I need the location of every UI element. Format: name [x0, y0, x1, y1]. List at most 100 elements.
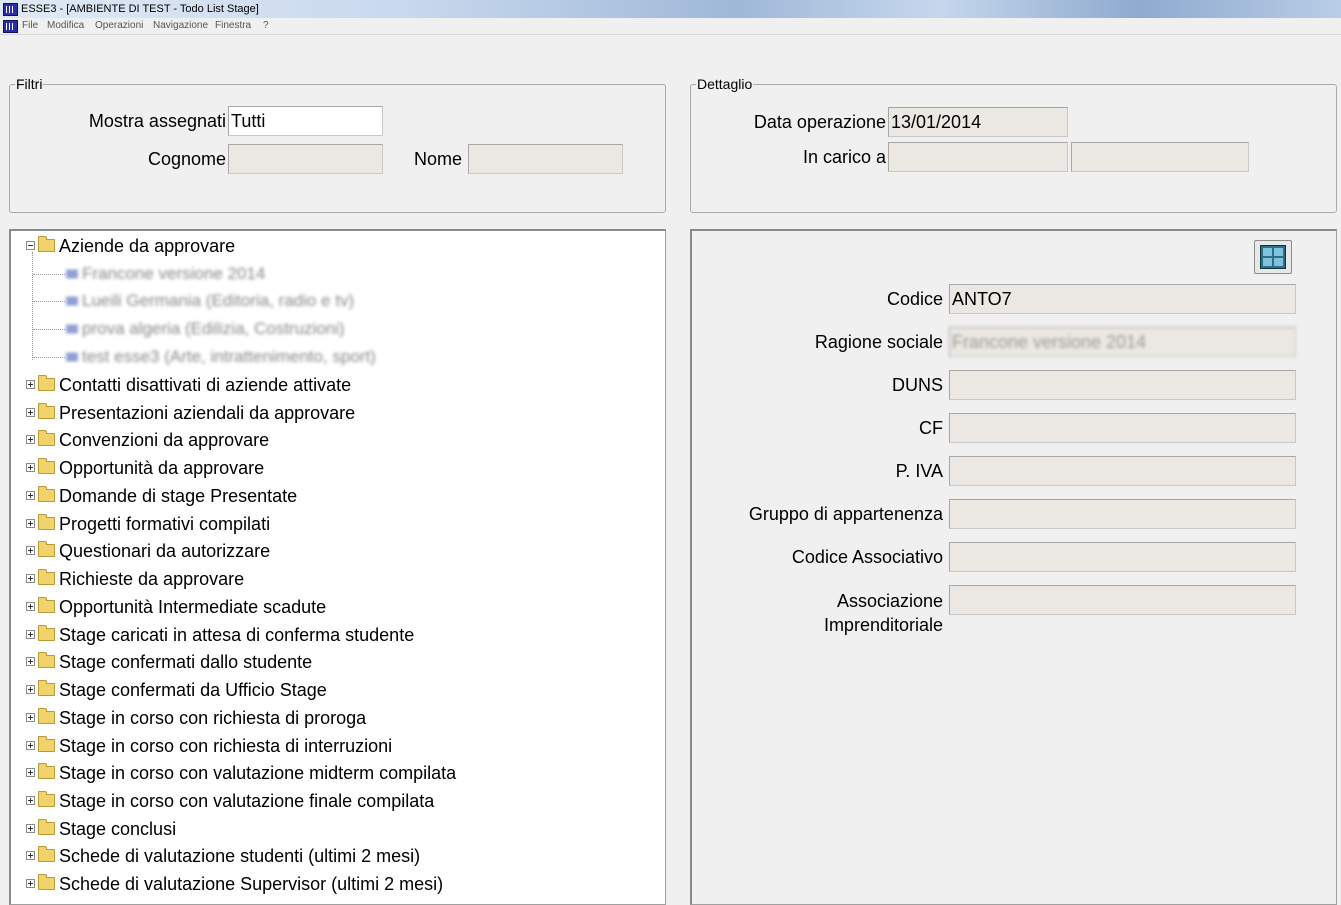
folder-icon	[38, 485, 55, 502]
tree-leaf[interactable]: Francone versione 2014	[66, 261, 265, 287]
folder-icon	[38, 624, 55, 641]
menu-modifica[interactable]: Modifica	[47, 18, 84, 34]
expand-icon[interactable]	[26, 850, 35, 860]
expand-icon[interactable]	[26, 601, 35, 611]
tree-leaf[interactable]: Lueili Germania (Editoria, radio e tv)	[66, 288, 354, 314]
tree-node-label: Convenzioni da approvare	[59, 430, 270, 450]
menu-finestra[interactable]: Finestra	[215, 18, 251, 34]
nome-field[interactable]	[468, 144, 623, 174]
collapse-icon[interactable]	[26, 240, 35, 250]
tree-node-label: Richieste da approvare	[59, 569, 245, 589]
tree-node[interactable]: Domande di stage Presentate	[26, 483, 297, 509]
tree-node-aziende[interactable]: Aziende da approvare	[26, 233, 235, 259]
tree-node-label: Stage in corso con valutazione finale co…	[59, 791, 435, 811]
menu-file[interactable]: File	[22, 18, 38, 34]
tree-connector	[33, 301, 65, 302]
folder-icon	[38, 374, 55, 391]
gruppo-appartenenza-label: Gruppo di appartenenza	[748, 504, 943, 524]
filters-legend: Filtri	[16, 76, 43, 92]
tree-node-label: Questionari da autorizzare	[59, 541, 271, 561]
expand-icon[interactable]	[26, 656, 35, 666]
ragione-sociale-field[interactable]: Francone versione 2014	[949, 327, 1296, 357]
expand-icon[interactable]	[26, 712, 35, 722]
detail-header-legend: Dettaglio	[697, 76, 753, 92]
expand-icon[interactable]	[26, 490, 35, 500]
tree-node[interactable]: Stage in corso con valutazione finale co…	[26, 788, 434, 814]
nome-label: Nome	[413, 149, 462, 169]
tree-node[interactable]: Stage in corso con valutazione midterm c…	[26, 760, 456, 786]
expand-icon[interactable]	[26, 767, 35, 777]
codice-associativo-label: Codice Associativo	[791, 547, 943, 567]
expand-icon[interactable]	[26, 878, 35, 888]
tree-node[interactable]: Richieste da approvare	[26, 566, 244, 592]
menu-operazioni[interactable]: Operazioni	[95, 18, 143, 34]
tree-node[interactable]: Opportunità Intermediate scadute	[26, 594, 326, 620]
expand-icon[interactable]	[26, 434, 35, 444]
tree-connector	[33, 274, 65, 275]
tree-node[interactable]: Presentazioni aziendali da approvare	[26, 400, 355, 426]
expand-icon[interactable]	[26, 573, 35, 583]
tree-node[interactable]: Opportunità da approvare	[26, 455, 264, 481]
tree-node-label: Stage conclusi	[59, 819, 177, 839]
expand-icon[interactable]	[26, 379, 35, 389]
tree-node[interactable]: Schede di valutazione studenti (ultimi 2…	[26, 843, 420, 869]
record-icon	[66, 325, 78, 335]
expand-icon[interactable]	[26, 545, 35, 555]
in-carico-field-2[interactable]	[1071, 142, 1249, 172]
tree-leaf[interactable]: prova algeria (Edilizia, Costruzioni)	[66, 316, 345, 342]
tree-node-label: Opportunità Intermediate scadute	[59, 597, 327, 617]
expand-icon[interactable]	[26, 407, 35, 417]
mostra-assegnati-label: Mostra assegnati	[88, 111, 226, 131]
tree-node[interactable]: Schede di valutazione Supervisor (ultimi…	[26, 871, 443, 897]
tree-node[interactable]: Stage caricati in attesa di conferma stu…	[26, 622, 414, 648]
tree-node-label: Schede di valutazione studenti (ultimi 2…	[59, 846, 421, 866]
in-carico-field-1[interactable]	[888, 142, 1068, 172]
data-operazione-label: Data operazione	[753, 112, 886, 132]
tree-node[interactable]: Questionari da autorizzare	[26, 538, 270, 564]
tree-node[interactable]: Stage confermati da Ufficio Stage	[26, 677, 327, 703]
expand-icon[interactable]	[26, 795, 35, 805]
tree-node[interactable]: Stage in corso con richiesta di proroga	[26, 705, 366, 731]
menu-navigazione[interactable]: Navigazione	[153, 18, 208, 34]
expand-icon[interactable]	[26, 740, 35, 750]
tree-node[interactable]: Contatti disattivati di aziende attivate	[26, 372, 351, 398]
folder-icon	[38, 707, 55, 724]
tree-node[interactable]: Stage conclusi	[26, 816, 176, 842]
tree-connector	[33, 357, 65, 358]
associazione-imprenditoriale-field[interactable]	[949, 585, 1296, 615]
folder-icon	[38, 402, 55, 419]
cognome-field[interactable]	[228, 144, 383, 174]
folder-icon	[38, 735, 55, 752]
expand-icon[interactable]	[26, 518, 35, 528]
codice-field[interactable]: ANTO7	[949, 284, 1296, 314]
folder-icon	[38, 429, 55, 446]
tree-node-label: Domande di stage Presentate	[59, 486, 298, 506]
menu-help[interactable]: ?	[263, 18, 269, 34]
folder-icon	[38, 596, 55, 613]
tree-node[interactable]: Stage in corso con richiesta di interruz…	[26, 733, 392, 759]
expand-icon[interactable]	[26, 823, 35, 833]
cf-field[interactable]	[949, 413, 1296, 443]
data-operazione-field[interactable]: 13/01/2014	[888, 107, 1068, 137]
expand-icon[interactable]	[26, 684, 35, 694]
tree-leaf[interactable]: test esse3 (Arte, intrattenimento, sport…	[66, 344, 376, 370]
tree-node[interactable]: Progetti formativi compilati	[26, 511, 270, 537]
duns-field[interactable]	[949, 370, 1296, 400]
tree-node[interactable]: Convenzioni da approvare	[26, 427, 269, 453]
gruppo-appartenenza-field[interactable]	[949, 499, 1296, 529]
view-toggle-button[interactable]	[1254, 240, 1292, 274]
record-icon	[66, 297, 78, 307]
codice-label: Codice	[886, 289, 943, 309]
codice-associativo-field[interactable]	[949, 542, 1296, 572]
folder-icon	[38, 457, 55, 474]
tree-leaf-label: prova algeria (Edilizia, Costruzioni)	[82, 319, 345, 338]
tree-leaf-label: Lueili Germania (Editoria, radio e tv)	[82, 291, 355, 310]
tree-node[interactable]: Stage confermati dallo studente	[26, 649, 312, 675]
mostra-assegnati-field[interactable]: Tutti	[228, 106, 383, 136]
piva-field[interactable]	[949, 456, 1296, 486]
expand-icon[interactable]	[26, 629, 35, 639]
app-menu-icon[interactable]	[3, 20, 18, 33]
ragione-sociale-label: Ragione sociale	[814, 332, 943, 352]
expand-icon[interactable]	[26, 462, 35, 472]
cf-label: CF	[919, 418, 943, 438]
